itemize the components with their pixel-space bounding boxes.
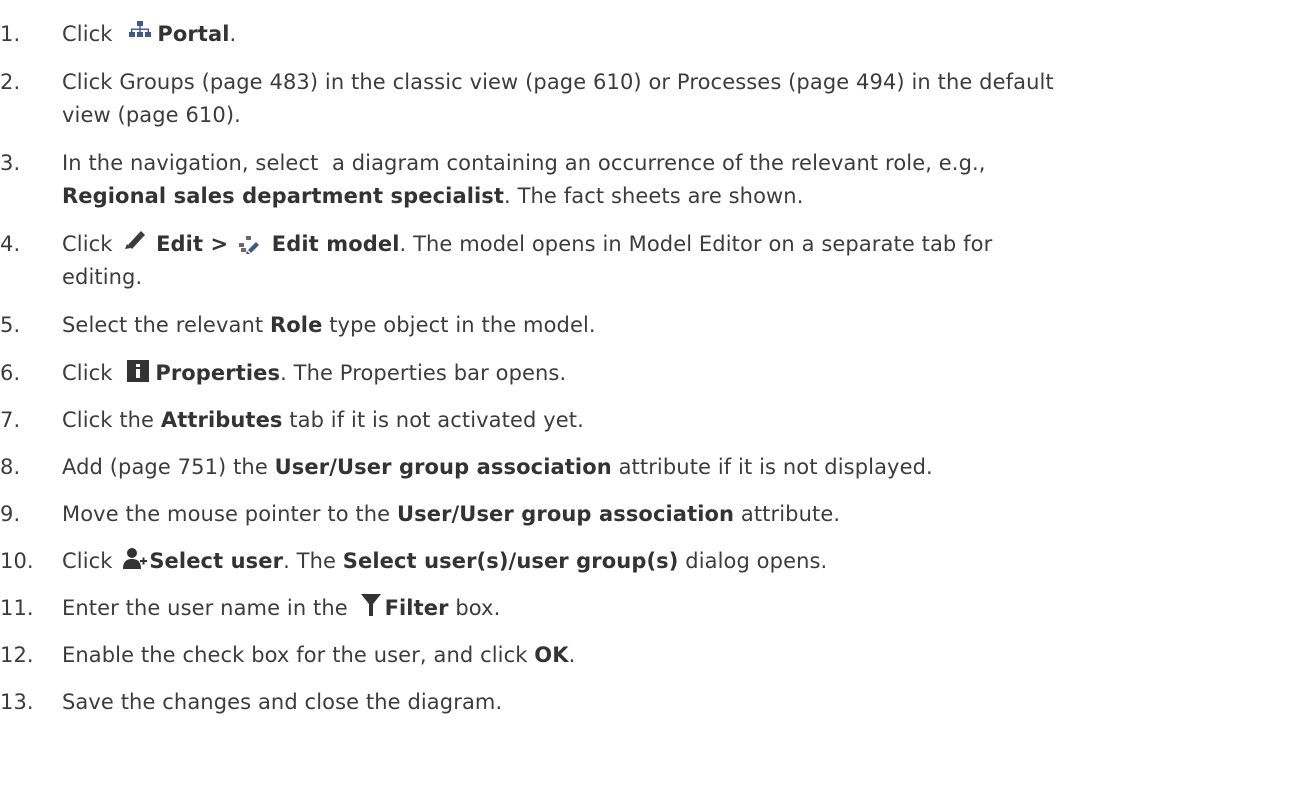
info-icon	[127, 360, 150, 382]
step-text: Click Groups (page 483) in the classic v…	[62, 70, 1054, 94]
step-13: 13. Save the changes and close the diagr…	[0, 686, 1300, 719]
portal-label: Portal	[157, 22, 230, 46]
role-label: Role	[269, 313, 323, 337]
step-number: 6.	[0, 361, 21, 385]
association-attribute-label: User/User group association	[396, 502, 735, 526]
step-5: 5. Select the relevant Role type object …	[0, 309, 1300, 342]
step-12: 12. Enable the check box for the user, a…	[0, 639, 1300, 672]
step-number: 4.	[0, 232, 21, 256]
step-number: 7.	[0, 408, 21, 432]
edit-model-icon	[239, 236, 261, 254]
ok-label: OK	[534, 643, 569, 667]
step-1: 1. Click Portal.	[0, 18, 1300, 51]
properties-label: Properties	[155, 361, 281, 385]
step-text: Save the changes and close the diagram.	[62, 690, 503, 714]
step-number: 1.	[0, 22, 21, 46]
step-number: 12.	[0, 643, 34, 667]
step-number: 13.	[0, 690, 34, 714]
filter-icon	[360, 594, 381, 616]
association-attribute-label: User/User group association	[274, 455, 612, 479]
step-number: 3.	[0, 151, 21, 175]
step-number: 9.	[0, 502, 21, 526]
instruction-steps: 1. Click Portal. 2. Click Groups (page 4…	[0, 0, 1309, 794]
step-10: 10. Click Select user. The Select user(s…	[0, 545, 1300, 578]
step-7: 7. Click the Attributes tab if it is not…	[0, 404, 1300, 437]
step-9: 9. Move the mouse pointer to the User/Us…	[0, 498, 1300, 531]
step-text: In the navigation, select a diagram cont…	[62, 151, 986, 175]
step-6: 6. Click Properties. The Properties bar …	[0, 357, 1300, 390]
select-users-dialog-label: Select user(s)/user group(s)	[342, 549, 679, 573]
edit-label: Edit >	[156, 232, 229, 256]
step-text-line2: view (page 610).	[62, 103, 241, 127]
step-3: 3. In the navigation, select a diagram c…	[0, 147, 1300, 213]
filter-label: Filter	[384, 596, 449, 620]
edit-model-label: Edit model	[271, 232, 400, 256]
portal-hierarchy-icon	[129, 21, 152, 39]
step-number: 2.	[0, 70, 21, 94]
step-text-line2: editing.	[62, 265, 143, 289]
step-number: 10.	[0, 549, 34, 573]
select-user-label: Select user	[149, 549, 284, 573]
step-11: 11. Enter the user name in the Filter bo…	[0, 592, 1300, 625]
step-2: 2. Click Groups (page 483) in the classi…	[0, 66, 1300, 132]
role-example: Regional sales department specialist	[62, 184, 505, 208]
step-number: 5.	[0, 313, 21, 337]
step-number: 11.	[0, 596, 34, 620]
step-number: 8.	[0, 455, 21, 479]
attributes-label: Attributes	[160, 408, 283, 432]
step-text: Click	[62, 22, 113, 46]
step-8: 8. Add (page 751) the User/User group as…	[0, 451, 1300, 484]
step-4: 4. Click Edit > Edit model. The model op…	[0, 228, 1300, 294]
pencil-icon	[125, 231, 147, 251]
add-user-icon	[123, 547, 148, 569]
